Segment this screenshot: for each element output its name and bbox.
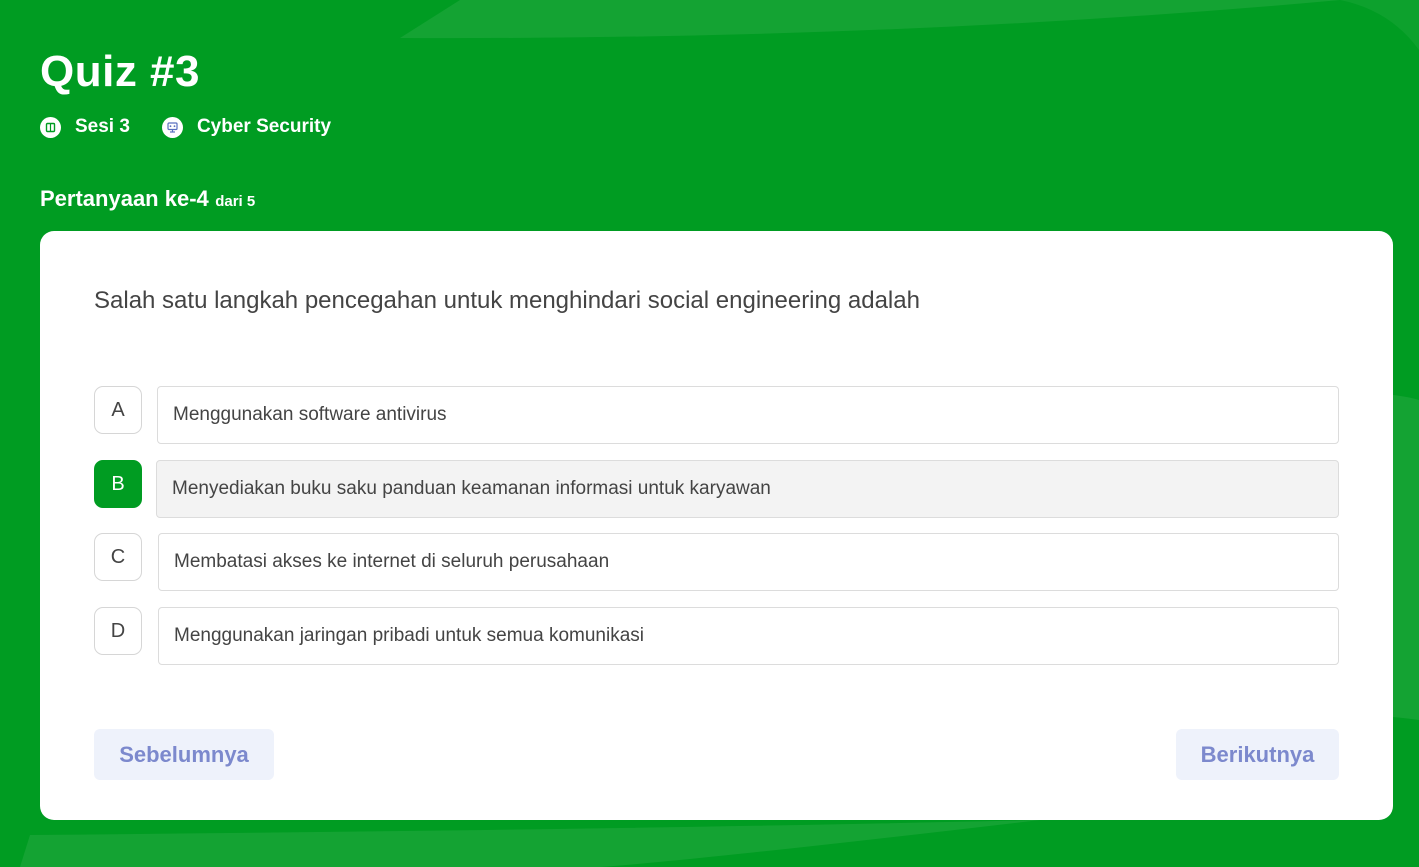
option-letter[interactable]: D <box>94 607 142 655</box>
quiz-header: Quiz #3 Sesi 3 Cyber Security <box>40 44 331 138</box>
topic-label: Cyber Security <box>196 116 332 137</box>
option-letter[interactable]: C <box>94 533 142 581</box>
computer-icon <box>161 116 183 138</box>
question-progress: Pertanyaan ke-4 dari 5 <box>40 186 255 212</box>
option-c[interactable]: C Membatasi akses ke internet di seluruh… <box>94 533 1339 591</box>
option-letter[interactable]: A <box>94 386 142 434</box>
question-number: Pertanyaan ke-4 <box>40 186 209 211</box>
option-a[interactable]: A Menggunakan software antivirus <box>94 386 1339 444</box>
book-icon <box>40 116 61 138</box>
option-text[interactable]: Menggunakan software antivirus <box>157 386 1339 444</box>
question-total: dari 5 <box>215 193 256 210</box>
question-card: Salah satu langkah pencegahan untuk meng… <box>40 231 1393 820</box>
option-text[interactable]: Menyediakan buku saku panduan keamanan i… <box>156 460 1339 518</box>
next-button[interactable]: Berikutnya <box>1176 729 1339 780</box>
option-text[interactable]: Membatasi akses ke internet di seluruh p… <box>158 533 1339 591</box>
quiz-title: Quiz #3 <box>40 47 200 96</box>
session-info: Sesi 3 <box>40 116 130 138</box>
quiz-meta: Sesi 3 Cyber Security <box>40 116 363 138</box>
option-text[interactable]: Menggunakan jaringan pribadi untuk semua… <box>158 607 1339 665</box>
topic-info: Cyber Security <box>161 116 332 138</box>
previous-button[interactable]: Sebelumnya <box>94 729 274 780</box>
option-d[interactable]: D Menggunakan jaringan pribadi untuk sem… <box>94 607 1339 665</box>
session-label: Sesi 3 <box>75 116 130 137</box>
option-b[interactable]: B Menyediakan buku saku panduan keamanan… <box>94 460 1339 518</box>
question-text: Salah satu langkah pencegahan untuk meng… <box>94 287 920 314</box>
option-letter[interactable]: B <box>94 460 142 508</box>
